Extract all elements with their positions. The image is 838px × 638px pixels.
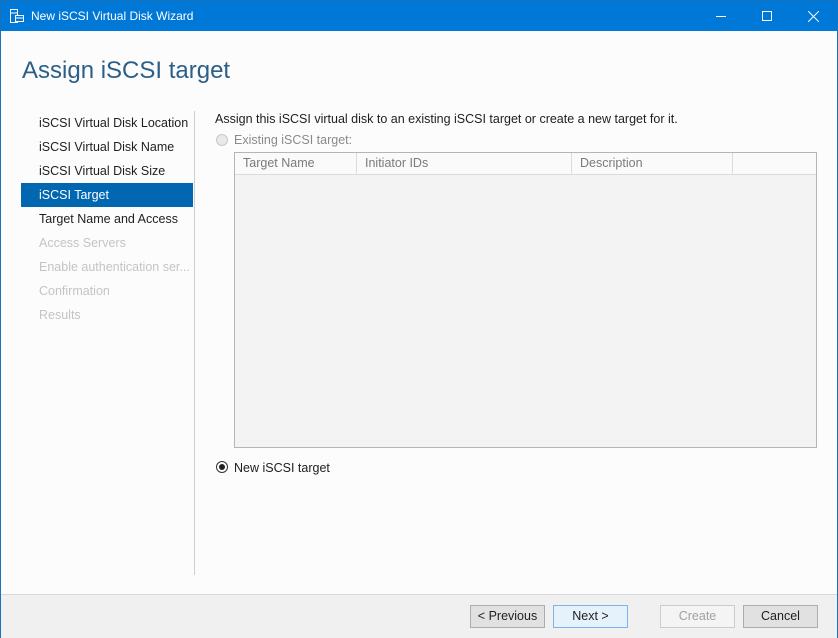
next-button[interactable]: Next > [553,605,628,628]
nav-step-disk-location[interactable]: iSCSI Virtual Disk Location [21,111,193,135]
close-button[interactable] [790,1,836,31]
table-header: Target Name Initiator IDs Description [235,153,816,175]
nav-step-iscsi-target[interactable]: iSCSI Target [21,183,193,207]
page-title: Assign iSCSI target [22,57,231,84]
column-header-initiator-ids[interactable]: Initiator IDs [357,153,572,174]
wizard-window: New iSCSI Virtual Disk Wizard Assign iSC… [0,0,838,638]
previous-button[interactable]: < Previous [470,605,545,628]
existing-target-radio [216,134,228,146]
nav-step-enable-authentication: Enable authentication ser... [39,260,190,274]
close-icon [807,10,819,22]
minimize-button[interactable] [698,1,744,31]
page-description: Assign this iSCSI virtual disk to an exi… [215,112,678,126]
create-button: Create [660,605,735,628]
existing-target-label: Existing iSCSI target: [234,133,353,147]
title-bar: New iSCSI Virtual Disk Wizard [1,1,837,31]
cancel-button[interactable]: Cancel [743,605,818,628]
nav-divider [194,111,195,575]
new-target-label[interactable]: New iSCSI target [234,461,330,475]
maximize-button[interactable] [744,1,790,31]
nav-step-confirmation: Confirmation [39,284,110,298]
column-header-target-name[interactable]: Target Name [235,153,357,174]
wizard-steps-nav: iSCSI Virtual Disk Location iSCSI Virtua… [21,111,193,327]
nav-step-disk-size[interactable]: iSCSI Virtual Disk Size [21,159,193,183]
column-header-description[interactable]: Description [572,153,733,174]
radio-selected-dot [219,464,225,470]
new-target-radio[interactable] [216,461,228,473]
wizard-app-icon [9,8,25,24]
column-header-empty [733,153,816,174]
existing-targets-table: Target Name Initiator IDs Description [234,152,817,448]
nav-step-target-name-access[interactable]: Target Name and Access [21,207,193,231]
nav-step-access-servers: Access Servers [39,236,126,250]
minimize-icon [716,16,726,17]
nav-step-disk-name[interactable]: iSCSI Virtual Disk Name [21,135,193,159]
window-title: New iSCSI Virtual Disk Wizard [31,9,194,23]
nav-step-results: Results [39,308,81,322]
maximize-icon [762,11,772,21]
